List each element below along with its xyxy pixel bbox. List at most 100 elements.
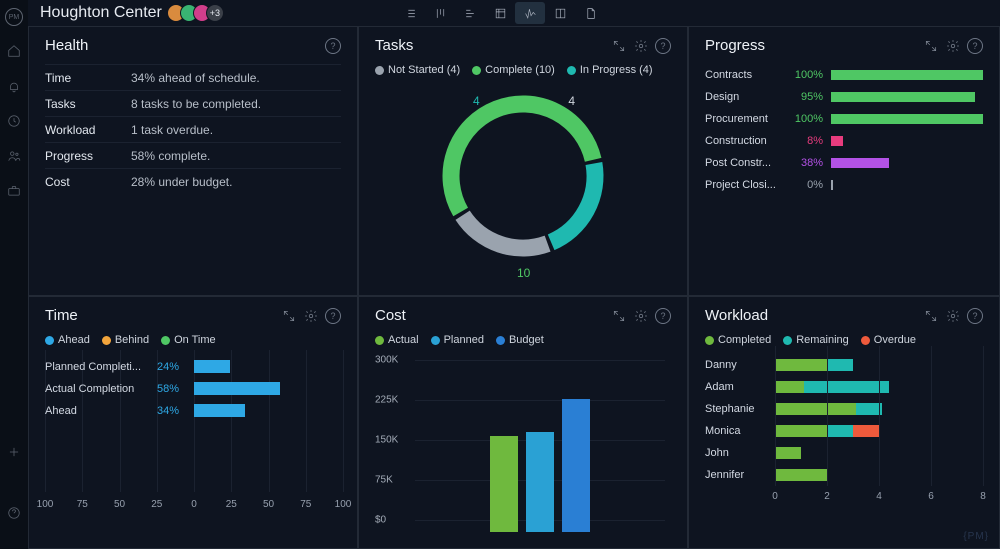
progress-name: Project Closi... [705,179,791,191]
legend-item: In Progress (4) [567,64,653,76]
progress-name: Post Constr... [705,157,791,169]
workload-row: Danny [705,354,983,376]
panel-title: Workload [705,307,768,324]
help-icon[interactable]: ? [655,38,671,54]
progress-row: Construction 8% [705,130,983,152]
help-icon[interactable]: ? [325,38,341,54]
briefcase-icon[interactable] [7,184,21,201]
progress-name: Contracts [705,69,791,81]
gear-icon[interactable] [633,308,649,324]
expand-icon[interactable] [923,38,939,54]
time-bar [194,360,230,373]
cost-bar [562,399,590,532]
avatar-stack[interactable]: +3 [172,4,224,22]
help-icon[interactable] [7,506,21,523]
progress-track [831,114,983,124]
cost-bar [490,436,518,532]
expand-icon[interactable] [611,308,627,324]
help-icon[interactable]: ? [967,308,983,324]
health-row: Time 34% ahead of schedule. [45,64,341,90]
progress-row: Project Closi... 0% [705,174,983,196]
workload-name: Danny [705,359,775,371]
legend-item: Behind [102,334,149,346]
progress-track [831,158,983,168]
view-switcher [395,2,605,24]
workload-row: Monica [705,420,983,442]
workload-seg [775,381,804,393]
panel-title: Health [45,37,88,54]
panel-progress: Progress ? Contracts 100% Design 95% P [688,26,1000,296]
panel-title: Time [45,307,78,324]
panel-title: Tasks [375,37,413,54]
dashboard-view-icon[interactable] [515,2,545,24]
workload-row: John [705,442,983,464]
workload-chart: Danny Adam Stephanie Monica John Jennife… [705,354,983,486]
gantt-view-icon[interactable] [455,2,485,24]
add-icon[interactable] [7,445,21,462]
help-icon[interactable]: ? [967,38,983,54]
donut-label: 4 [568,94,575,108]
workload-seg [775,403,856,415]
legend-item: Planned [431,334,484,346]
legend-item: Remaining [783,334,849,346]
file-view-icon[interactable] [575,2,605,24]
panel-tasks: Tasks ? Not Started (4)Complete (10)In P… [358,26,688,296]
left-nav-rail: PM [0,0,28,549]
gear-icon[interactable] [633,38,649,54]
clock-icon[interactable] [7,114,21,131]
legend-item: Ahead [45,334,90,346]
panel-title: Progress [705,37,765,54]
sheet-view-icon[interactable] [485,2,515,24]
help-icon[interactable]: ? [325,308,341,324]
expand-icon[interactable] [611,38,627,54]
time-percent: 58% [149,383,185,395]
workload-seg [775,359,827,371]
time-row: Planned Completi... 24% [45,356,341,378]
health-key: Cost [45,175,131,189]
gear-icon[interactable] [303,308,319,324]
workload-seg [775,469,827,481]
workload-name: Adam [705,381,775,393]
board-view-icon[interactable] [425,2,455,24]
gear-icon[interactable] [945,308,961,324]
app-logo[interactable]: PM [5,8,23,26]
progress-track [831,136,983,146]
help-icon[interactable]: ? [655,308,671,324]
panel-title: Cost [375,307,406,324]
workload-name: Jennifer [705,469,775,481]
legend-item: Not Started (4) [375,64,460,76]
progress-percent: 95% [791,91,831,103]
panel-workload: Workload ? CompletedRemainingOverdue Dan… [688,296,1000,549]
legend: CompletedRemainingOverdue [705,334,983,346]
legend-item: Completed [705,334,771,346]
health-row: Progress 58% complete. [45,142,341,168]
gear-icon[interactable] [945,38,961,54]
workload-seg [775,447,801,459]
progress-percent: 38% [791,157,831,169]
team-icon[interactable] [7,149,21,166]
expand-icon[interactable] [923,308,939,324]
bell-icon[interactable] [7,79,21,96]
time-chart: 1007550250255075100 Planned Completi... … [45,350,341,510]
tasks-donut-chart: 4 4 10 [433,86,613,266]
expand-icon[interactable] [281,308,297,324]
legend: Not Started (4)Complete (10)In Progress … [375,64,671,76]
list-view-icon[interactable] [395,2,425,24]
progress-name: Design [705,91,791,103]
progress-percent: 0% [791,179,831,191]
health-value: 1 task overdue. [131,123,213,137]
project-title: Houghton Center [40,4,162,22]
health-key: Workload [45,123,131,137]
workload-row: Stephanie [705,398,983,420]
home-icon[interactable] [7,44,21,61]
panel-view-icon[interactable] [545,2,575,24]
legend-item: On Time [161,334,216,346]
workload-seg [853,425,879,437]
workload-seg [827,359,853,371]
donut-label: 10 [517,266,530,280]
workload-seg [856,403,882,415]
workload-row: Jennifer [705,464,983,486]
legend-item: Actual [375,334,419,346]
progress-row: Design 95% [705,86,983,108]
avatar-more[interactable]: +3 [206,4,224,22]
